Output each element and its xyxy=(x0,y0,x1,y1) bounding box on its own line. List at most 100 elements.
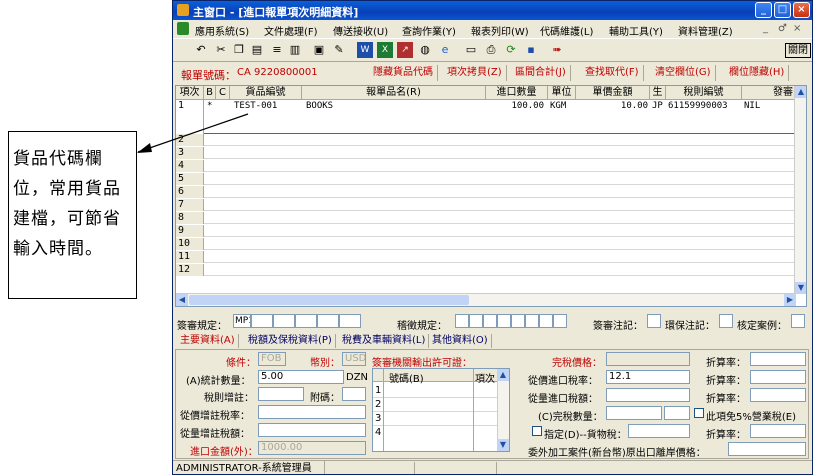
inspection-field-5[interactable] xyxy=(511,314,525,328)
review-rule-field-5[interactable] xyxy=(317,314,339,328)
attached-code-field[interactable] xyxy=(342,387,366,401)
duty-qty-unit-field[interactable] xyxy=(664,406,690,420)
cell-unit-price[interactable]: 10.00 xyxy=(576,100,648,112)
col-tariff-no[interactable]: 稅則編號 xyxy=(666,86,742,100)
table-row[interactable]: 4 xyxy=(176,160,796,172)
inspection-field-1[interactable] xyxy=(455,314,469,328)
review-rule-field-4[interactable] xyxy=(295,314,317,328)
browser-icon[interactable]: e xyxy=(437,42,453,58)
col-b[interactable]: B xyxy=(204,86,216,100)
mdi-restore[interactable]: ♂ xyxy=(778,23,787,34)
menu-tools[interactable]: 輔助工具(Y) xyxy=(609,23,663,38)
scroll-down-icon[interactable]: ▼ xyxy=(795,282,806,294)
paste-icon[interactable]: ▤ xyxy=(249,42,265,58)
scroll-thumb[interactable] xyxy=(189,295,469,305)
excel-icon[interactable]: X xyxy=(377,42,393,58)
currency-field[interactable]: USD xyxy=(342,352,366,366)
inspection-field-7[interactable] xyxy=(539,314,553,328)
clear-fields-button[interactable]: 清空欄位(G) xyxy=(651,65,716,81)
permit-row[interactable]: 4 xyxy=(375,427,381,438)
inspection-field-3[interactable] xyxy=(483,314,497,328)
close-form-button[interactable]: 關閉 xyxy=(785,43,811,58)
env-note-field[interactable] xyxy=(719,314,733,328)
discount-rate-field-2[interactable] xyxy=(750,370,806,384)
menu-data[interactable]: 資料管理(Z) xyxy=(678,23,733,38)
table-row[interactable]: 6 xyxy=(176,186,796,198)
col-import-qty[interactable]: 進口數量 xyxy=(486,86,548,100)
col-item-no[interactable]: 項次 xyxy=(176,86,204,100)
title-bar[interactable]: 主窗口 - [進口報單項次明細資料] _ □ × xyxy=(173,1,812,20)
col-review[interactable]: 發審 xyxy=(742,86,796,100)
table-row[interactable]: 8 xyxy=(176,212,796,224)
commodity-tax-field[interactable] xyxy=(628,424,690,438)
cell-review[interactable]: NIL xyxy=(744,100,794,112)
discount-rate-field-4[interactable] xyxy=(750,424,806,438)
copy-row-icon[interactable]: ▥ xyxy=(287,42,303,58)
permit-scroll-up-icon[interactable]: ▲ xyxy=(497,369,509,381)
inspection-field-4[interactable] xyxy=(497,314,511,328)
globe-icon[interactable]: ◍ xyxy=(417,42,433,58)
cell-b[interactable]: * xyxy=(207,100,212,112)
ad-val-rate-field[interactable] xyxy=(258,405,366,419)
copy-item-button[interactable]: 項次拷貝(Z) xyxy=(443,65,507,81)
menu-transfer[interactable]: 傳送接收(U) xyxy=(333,23,388,38)
find-replace-button[interactable]: 查找取代(F) xyxy=(581,65,644,81)
import-amount-field[interactable]: 1000.00 xyxy=(258,441,366,455)
ad-val-import-field[interactable]: 12.1 xyxy=(606,370,690,384)
insert-row-icon[interactable]: ≡ xyxy=(269,42,285,58)
printer-icon[interactable]: ⎙ xyxy=(483,42,499,58)
range-total-button[interactable]: 區間合計(J) xyxy=(511,65,571,81)
vertical-scrollbar[interactable]: ▲ ▼ xyxy=(794,86,806,294)
terms-field[interactable]: FOB xyxy=(258,352,286,366)
tax-note-field[interactable] xyxy=(258,387,304,401)
review-rule-field[interactable]: MP1 xyxy=(233,314,251,328)
refresh-icon[interactable]: ⟳ xyxy=(503,42,519,58)
cell-unit[interactable]: KGM xyxy=(550,100,576,112)
table-row[interactable]: 3 xyxy=(176,147,796,159)
tab-fees-vehicle[interactable]: 稅費及車輛資料(L) xyxy=(339,334,430,348)
export-price-field[interactable] xyxy=(728,442,806,456)
exit-icon[interactable]: ➠ xyxy=(549,42,565,58)
table-row[interactable]: 11 xyxy=(176,251,796,263)
tab-other[interactable]: 其他資料(O) xyxy=(429,334,492,348)
permit-row[interactable]: 1 xyxy=(375,385,381,396)
menu-report[interactable]: 報表列印(W) xyxy=(471,23,529,38)
cell-tariff-no[interactable]: 61159990003 xyxy=(668,100,742,112)
discount-rate-field-1[interactable] xyxy=(750,352,806,366)
inspection-field-6[interactable] xyxy=(525,314,539,328)
col-origin[interactable]: 生 xyxy=(650,86,666,100)
scroll-up-icon[interactable]: ▲ xyxy=(795,86,806,98)
specific-import-field[interactable] xyxy=(606,388,690,402)
tab-main[interactable]: 主要資料(A) xyxy=(177,334,239,348)
pdf-icon[interactable]: ↗ xyxy=(397,42,413,58)
duty-price-field[interactable] xyxy=(606,352,690,366)
menu-query[interactable]: 查詢作業(Y) xyxy=(402,23,456,38)
cell-import-qty[interactable]: 100.00 xyxy=(486,100,544,112)
cell-item-name[interactable]: BOOKS xyxy=(306,100,486,112)
menu-document[interactable]: 文件處理(F) xyxy=(264,23,318,38)
tab-tax-bond[interactable]: 稅額及保稅資料(P) xyxy=(245,334,336,348)
table-row[interactable]: 5 xyxy=(176,173,796,185)
table-row[interactable]: 7 xyxy=(176,199,796,211)
review-note-field[interactable] xyxy=(647,314,661,328)
hide-fields-button[interactable]: 欄位隱藏(H) xyxy=(725,65,790,81)
scroll-left-icon[interactable]: ◀ xyxy=(176,294,188,306)
monitor-icon[interactable]: ▭ xyxy=(463,42,479,58)
tools-icon[interactable]: ✎ xyxy=(331,42,347,58)
review-rule-field-2[interactable] xyxy=(251,314,273,328)
specific-duty-field[interactable] xyxy=(258,423,366,437)
cut-icon[interactable]: ✂ xyxy=(213,42,229,58)
copy-icon[interactable]: ❐ xyxy=(231,42,247,58)
duty-qty-field[interactable] xyxy=(606,406,662,420)
permit-scroll-down-icon[interactable]: ▼ xyxy=(497,439,509,451)
table-row[interactable]: 9 xyxy=(176,225,796,237)
review-rule-field-6[interactable] xyxy=(339,314,361,328)
col-item-name[interactable]: 報單品名(R) xyxy=(302,86,486,100)
inspection-field-8[interactable] xyxy=(553,314,567,328)
minimize-button[interactable]: _ xyxy=(755,2,772,18)
table-row[interactable]: 1 * TEST-001 BOOKS 100.00 KGM 10.00 JP 6… xyxy=(176,100,796,134)
vat-exempt-checkbox[interactable] xyxy=(694,408,704,418)
close-button[interactable]: × xyxy=(793,2,810,18)
designated-checkbox[interactable] xyxy=(532,426,542,436)
approved-case-field[interactable] xyxy=(791,314,805,328)
